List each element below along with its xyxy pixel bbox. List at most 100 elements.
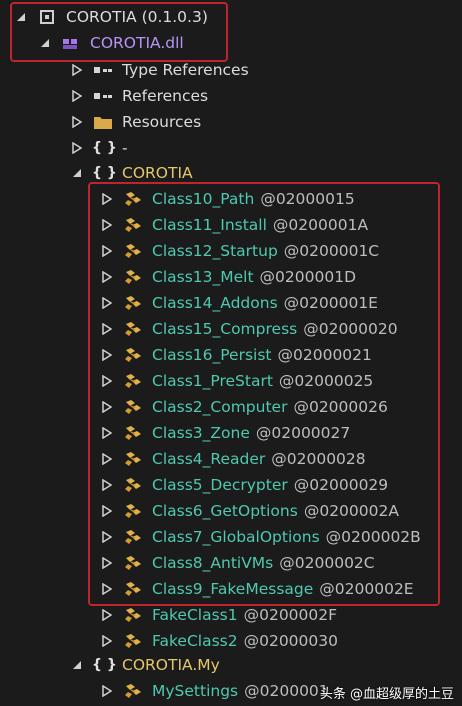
class-token-label: @02000020 xyxy=(303,320,398,338)
assembly-icon xyxy=(36,8,58,26)
class-icon xyxy=(122,682,144,700)
class-name-label: Class10_Path xyxy=(152,190,255,208)
class-name-label: Class2_Computer xyxy=(152,398,288,416)
class-token-label: @0200001C xyxy=(283,242,380,260)
class-icon xyxy=(122,398,144,416)
collapsed-arrow-icon[interactable] xyxy=(100,504,114,518)
tree-node-class[interactable]: Class3_Zone @02000027 xyxy=(0,420,462,446)
expanded-arrow-icon[interactable] xyxy=(38,36,52,50)
tree-node-namespace-empty[interactable]: { } - xyxy=(0,135,462,161)
tree-node-class[interactable]: FakeClass1 @0200002F xyxy=(0,602,462,628)
class-name-label: Class8_AntiVMs xyxy=(152,554,274,572)
class-name-label: Class5_Decrypter xyxy=(152,476,288,494)
collapsed-arrow-icon[interactable] xyxy=(100,296,114,310)
class-token-label: @0200002E xyxy=(319,580,414,598)
collapsed-arrow-icon[interactable] xyxy=(100,192,114,206)
resources-label: Resources xyxy=(122,113,202,131)
class-name-label: Class9_FakeMessage xyxy=(152,580,314,598)
class-name-label: Class11_Install xyxy=(152,216,267,234)
class-token-label: @0200002F xyxy=(243,606,338,624)
collapsed-arrow-icon[interactable] xyxy=(100,556,114,570)
tree-node-class[interactable]: Class14_Addons @0200001E xyxy=(0,290,462,316)
tree-node-class[interactable]: FakeClass2 @02000030 xyxy=(0,628,462,654)
class-token-label: @0200001 xyxy=(244,682,329,700)
class-icon xyxy=(122,294,144,312)
class-icon xyxy=(122,632,144,650)
class-token-label: @02000026 xyxy=(293,398,388,416)
collapsed-arrow-icon[interactable] xyxy=(100,400,114,414)
tree-node-class[interactable]: Class8_AntiVMs @0200002C xyxy=(0,550,462,576)
tree-node-class[interactable]: Class16_Persist @02000021 xyxy=(0,342,462,368)
collapsed-arrow-icon[interactable] xyxy=(70,141,84,155)
tree-node-references[interactable]: References xyxy=(0,83,462,109)
class-token-label: @0200002C xyxy=(279,554,375,572)
class-token-label: @0200002A xyxy=(303,502,399,520)
tree-node-class[interactable]: Class4_Reader @02000028 xyxy=(0,446,462,472)
expanded-arrow-icon[interactable] xyxy=(14,10,28,24)
namespace-icon: { } xyxy=(92,657,117,673)
type-references-label: Type References xyxy=(122,61,249,79)
class-icon xyxy=(122,242,144,260)
collapsed-arrow-icon[interactable] xyxy=(100,608,114,622)
class-name-label: Class6_GetOptions xyxy=(152,502,298,520)
tree-node-class[interactable]: Class13_Melt @0200001D xyxy=(0,264,462,290)
collapsed-arrow-icon[interactable] xyxy=(100,478,114,492)
collapsed-arrow-icon[interactable] xyxy=(100,582,114,596)
collapsed-arrow-icon[interactable] xyxy=(100,270,114,284)
collapsed-arrow-icon[interactable] xyxy=(100,634,114,648)
collapsed-arrow-icon[interactable] xyxy=(100,684,114,698)
collapsed-arrow-icon[interactable] xyxy=(70,63,84,77)
class-icon xyxy=(122,528,144,546)
assembly-label: COROTIA (0.1.0.3) xyxy=(66,8,208,26)
class-name-label: Class3_Zone xyxy=(152,424,250,442)
class-token-label: @02000027 xyxy=(255,424,351,442)
class-name-label: FakeClass2 xyxy=(152,632,238,650)
class-name-label: Class14_Addons xyxy=(152,294,278,312)
references-label: References xyxy=(122,87,209,105)
tree-node-assembly[interactable]: COROTIA (0.1.0.3) xyxy=(0,4,462,30)
tree-node-resources[interactable]: Resources xyxy=(0,109,462,135)
tree-node-class[interactable]: Class2_Computer @02000026 xyxy=(0,394,462,420)
namespace-icon: { } xyxy=(92,165,117,181)
expanded-arrow-icon[interactable] xyxy=(70,658,84,672)
class-icon xyxy=(122,606,144,624)
tree-node-namespace-corotia-my[interactable]: { } COROTIA.My xyxy=(0,652,462,678)
collapsed-arrow-icon[interactable] xyxy=(100,374,114,388)
tree-node-class[interactable]: Class6_GetOptions @0200002A xyxy=(0,498,462,524)
collapsed-arrow-icon[interactable] xyxy=(100,244,114,258)
tree-node-class[interactable]: Class15_Compress @02000020 xyxy=(0,316,462,342)
tree-node-module[interactable]: COROTIA.dll xyxy=(0,30,462,56)
class-token-label: @0200001A xyxy=(272,216,369,234)
class-icon xyxy=(122,476,144,494)
class-token-label: @02000029 xyxy=(293,476,389,494)
class-icon xyxy=(122,424,144,442)
tree-node-namespace-corotia[interactable]: { } COROTIA xyxy=(0,160,462,186)
collapsed-arrow-icon[interactable] xyxy=(100,426,114,440)
class-icon xyxy=(122,320,144,338)
module-icon xyxy=(60,34,82,52)
class-name-label: Class1_PreStart xyxy=(152,372,273,390)
tree-node-class[interactable]: Class7_GlobalOptions @0200002B xyxy=(0,524,462,550)
class-icon xyxy=(122,190,144,208)
collapsed-arrow-icon[interactable] xyxy=(100,452,114,466)
collapsed-arrow-icon[interactable] xyxy=(70,115,84,129)
class-icon xyxy=(122,554,144,572)
collapsed-arrow-icon[interactable] xyxy=(100,218,114,232)
tree-node-class[interactable]: Class11_Install @0200001A xyxy=(0,212,462,238)
tree-node-class[interactable]: Class9_FakeMessage @0200002E xyxy=(0,576,462,602)
tree-node-type-references[interactable]: Type References xyxy=(0,57,462,83)
tree-node-class[interactable]: Class12_Startup @0200001C xyxy=(0,238,462,264)
collapsed-arrow-icon[interactable] xyxy=(100,530,114,544)
tree-node-class[interactable]: Class1_PreStart @02000025 xyxy=(0,368,462,394)
collapsed-arrow-icon[interactable] xyxy=(100,322,114,336)
collapsed-arrow-icon[interactable] xyxy=(100,348,114,362)
collapsed-arrow-icon[interactable] xyxy=(70,89,84,103)
class-name-label: Class4_Reader xyxy=(152,450,266,468)
expanded-arrow-icon[interactable] xyxy=(70,166,84,180)
class-icon xyxy=(122,346,144,364)
class-icon xyxy=(122,268,144,286)
tree-node-class[interactable]: Class10_Path @02000015 xyxy=(0,186,462,212)
class-name-label: MySettings xyxy=(152,682,239,700)
class-name-label: Class15_Compress xyxy=(152,320,298,338)
tree-node-class[interactable]: Class5_Decrypter @02000029 xyxy=(0,472,462,498)
